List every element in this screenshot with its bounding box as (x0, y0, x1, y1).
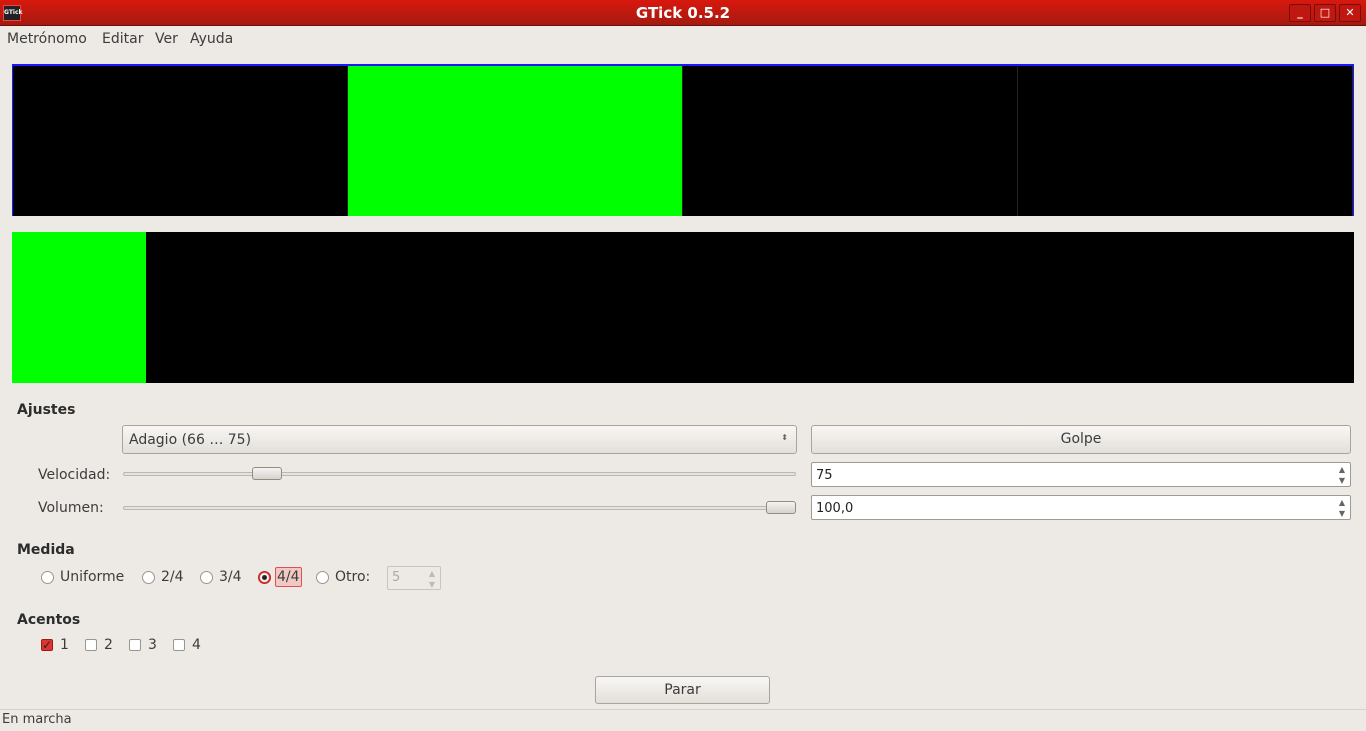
checkbox-label: 1 (60, 637, 69, 653)
status-divider (0, 709, 1366, 710)
speed-spinbox[interactable]: 75 ▲ ▼ (811, 462, 1351, 487)
accent-checkbox-4[interactable] (173, 639, 185, 651)
tempo-preset-value: Adagio (66 … 75) (129, 432, 252, 448)
checkbox-label: 4 (192, 637, 201, 653)
beat-cell (683, 66, 1018, 216)
radio-2-4[interactable] (142, 571, 155, 584)
progress-fill (12, 232, 147, 383)
combo-arrows-icon: ⬍ (781, 433, 788, 442)
radio-3-4[interactable] (200, 571, 213, 584)
tempo-preset-combo[interactable]: Adagio (66 … 75) ⬍ (122, 425, 797, 454)
radio-label: Uniforme (60, 569, 125, 585)
speed-label: Velocidad: (38, 467, 111, 483)
close-button[interactable]: ✕ (1339, 4, 1361, 22)
radio-4-4[interactable] (258, 571, 271, 584)
menu-editar[interactable]: Editar (102, 31, 143, 47)
menu-ver[interactable]: Ver (155, 31, 178, 47)
other-measure-value: 5 (392, 570, 401, 585)
radio-label: 4/4 (275, 567, 302, 587)
spin-arrows-icon[interactable]: ▲ ▼ (1336, 497, 1348, 519)
other-measure-spinbox[interactable]: 5 ▲ ▼ (387, 566, 441, 590)
measure-header: Medida (17, 542, 75, 558)
accent-checkbox-3[interactable] (129, 639, 141, 651)
checkbox-label: 3 (148, 637, 157, 653)
volume-slider-knob[interactable] (766, 501, 796, 514)
beat-button[interactable]: Golpe (811, 425, 1351, 454)
spin-arrows-icon[interactable]: ▲ ▼ (426, 568, 438, 590)
menu-metronomo[interactable]: Metrónomo (7, 31, 87, 47)
beat-display (12, 64, 1354, 216)
minimize-button[interactable]: _ (1289, 4, 1311, 22)
volume-slider[interactable] (123, 506, 796, 510)
stop-button[interactable]: Parar (595, 676, 770, 704)
volume-value: 100,0 (816, 501, 854, 516)
beat-cell (1018, 66, 1353, 216)
radio-label: 3/4 (219, 569, 242, 585)
beat-cell (13, 66, 348, 216)
radio-uniforme[interactable] (41, 571, 54, 584)
spin-arrows-icon[interactable]: ▲ ▼ (1336, 464, 1348, 486)
speed-slider[interactable] (123, 472, 796, 476)
status-text: En marcha (2, 712, 72, 727)
volume-spinbox[interactable]: 100,0 ▲ ▼ (811, 495, 1351, 520)
speed-value: 75 (816, 468, 833, 483)
settings-header: Ajustes (17, 402, 76, 418)
radio-otro[interactable] (316, 571, 329, 584)
radio-label: 2/4 (161, 569, 184, 585)
menu-ayuda[interactable]: Ayuda (190, 31, 233, 47)
checkbox-label: 2 (104, 637, 113, 653)
maximize-button[interactable]: □ (1314, 4, 1336, 22)
accent-checkbox-2[interactable] (85, 639, 97, 651)
bar-progress (12, 232, 1354, 383)
accent-checkbox-1[interactable]: ✓ (41, 639, 53, 651)
accents-header: Acentos (17, 612, 81, 628)
volume-label: Volumen: (38, 500, 104, 516)
speed-slider-knob[interactable] (251, 467, 282, 480)
beat-cell (348, 66, 683, 216)
window-title: GTick 0.5.2 (635, 4, 731, 22)
radio-label: Otro: (335, 569, 371, 585)
